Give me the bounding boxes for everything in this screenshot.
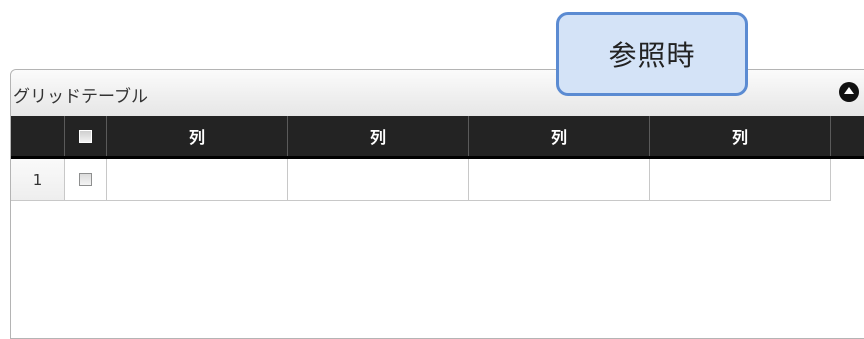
row-checkbox[interactable] — [79, 173, 92, 186]
column-header-2[interactable]: 列 — [288, 116, 469, 156]
column-header-1[interactable]: 列 — [107, 116, 288, 156]
row-select-cell — [65, 159, 107, 200]
row-number: 1 — [11, 159, 65, 200]
view-mode-callout: 参照時 — [556, 12, 748, 96]
select-all-header — [65, 116, 107, 156]
table-cell[interactable] — [107, 159, 288, 200]
column-header-3[interactable]: 列 — [469, 116, 650, 156]
panel-title: グリッドテーブル — [13, 87, 148, 107]
table-cell[interactable] — [288, 159, 469, 200]
select-all-checkbox[interactable] — [79, 129, 92, 143]
grid-column-header: 列 列 列 列 — [11, 116, 864, 159]
callout-label: 参照時 — [608, 39, 696, 72]
table-row: 1 — [11, 159, 831, 201]
collapse-icon[interactable] — [839, 82, 859, 102]
grid-table-panel: グリッドテーブル 列 列 列 列 1 — [10, 69, 864, 339]
row-number-header — [11, 116, 65, 156]
table-cell[interactable] — [650, 159, 831, 200]
column-header-4[interactable]: 列 — [650, 116, 831, 156]
table-cell[interactable] — [469, 159, 650, 200]
